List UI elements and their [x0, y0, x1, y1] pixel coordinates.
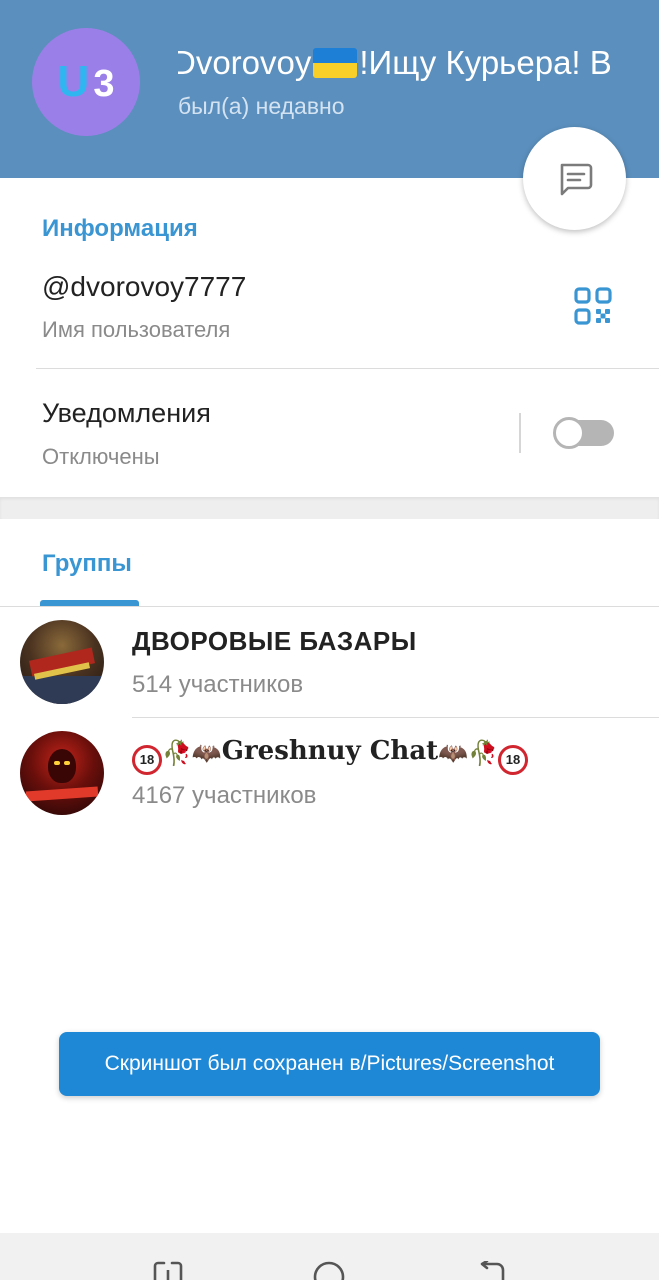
title-text: Dvorovoy — [178, 44, 312, 81]
bat-icon: 🦇 — [438, 738, 469, 767]
notifications-title: Уведомления — [42, 398, 211, 428]
group-avatar — [20, 620, 104, 704]
toggle-knob — [553, 417, 585, 449]
toast-text: Скриншот был сохранен в/Pictures/Screens… — [104, 1052, 555, 1075]
send-message-button[interactable] — [523, 127, 626, 230]
group-name: 18 🥀🦇Greshnuy Chat🦇🥀 18 — [132, 736, 528, 775]
username-label: Имя пользователя — [42, 317, 231, 342]
wilted-rose-icon: 🥀 — [162, 738, 192, 767]
wilted-rose-icon: 🥀 — [468, 738, 498, 767]
avatar-letter: U — [57, 57, 90, 106]
divider — [36, 368, 659, 369]
info-section-title: Информация — [42, 215, 198, 242]
username-value: @dvorovoy7777 — [42, 271, 247, 302]
notifications-status: Отключены — [42, 444, 160, 469]
bat-icon: 🦇 — [191, 738, 222, 767]
tab-groups[interactable]: Группы — [42, 550, 132, 578]
avatar-letter: 3 — [93, 62, 115, 105]
back-icon[interactable] — [475, 1261, 507, 1280]
tab-divider — [0, 606, 659, 607]
message-icon — [560, 163, 592, 195]
profile-title: Dvorovoy !Ищу Курьера! В — [178, 44, 648, 88]
title-text: !Ищу Курьера! В — [359, 44, 612, 81]
group-members: 4167 участников — [132, 782, 317, 809]
vertical-separator — [519, 413, 521, 453]
divider — [132, 717, 659, 718]
group-name-text: Greshnuy Chat — [221, 736, 439, 766]
group-members: 514 участников — [132, 671, 304, 698]
qr-code-icon[interactable] — [573, 286, 613, 326]
section-gap — [0, 497, 659, 519]
age-18-icon: 18 — [132, 744, 162, 775]
group-avatar — [20, 731, 104, 815]
ukraine-flag-icon — [313, 48, 358, 78]
last-seen-status: был(а) недавно — [178, 93, 345, 119]
system-nav-bar — [0, 1233, 659, 1280]
profile-screen: U 3 Dvorovoy !Ищу Курьера! В был(а) недав… — [0, 0, 659, 1280]
home-icon[interactable] — [312, 1260, 346, 1280]
recents-icon[interactable] — [152, 1261, 184, 1280]
screenshot-toast: Скриншот был сохранен в/Pictures/Screens… — [59, 1032, 600, 1096]
age-18-icon: 18 — [497, 744, 528, 775]
group-name: ДВОРОВЫЕ БАЗАРЫ — [132, 626, 417, 656]
profile-avatar[interactable]: U 3 — [32, 28, 140, 136]
